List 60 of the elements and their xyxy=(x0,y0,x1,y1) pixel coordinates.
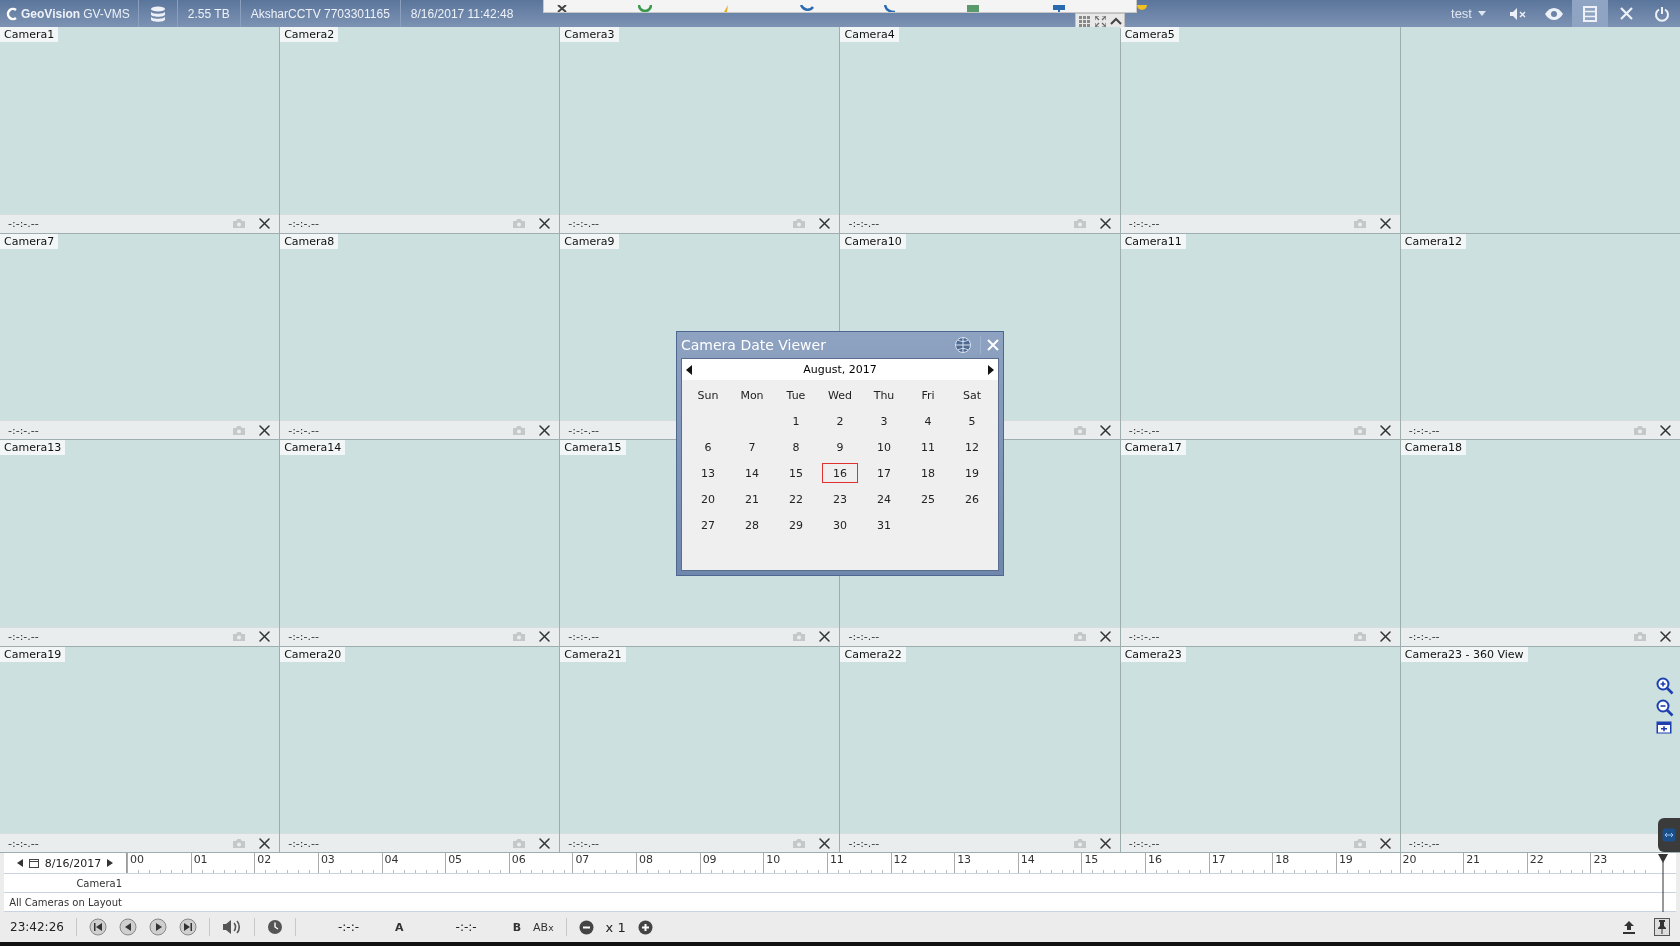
camera-name: Camera7 xyxy=(0,233,59,249)
track-label: Camera1 xyxy=(75,876,123,891)
camera-name: Camera20 xyxy=(280,646,346,662)
camera-name: Camera11 xyxy=(1120,233,1186,249)
track-label: All Cameras on Layout xyxy=(8,895,123,910)
record-time: -:-:-.-- xyxy=(8,630,40,643)
camera-name: Camera21 xyxy=(560,646,626,662)
camera-name: Camera23 xyxy=(1120,646,1186,662)
record-time: -:-:-.-- xyxy=(8,423,40,437)
product-name: GV-VMS xyxy=(83,6,130,21)
camera-name: Camera12 xyxy=(1400,233,1466,249)
record-time: -:-:-.-- xyxy=(568,217,601,230)
camera-name: Camera2 xyxy=(280,27,339,42)
dialog-title: Camera Date Viewer xyxy=(681,337,827,353)
camera-name: Camera1 xyxy=(0,27,59,42)
camera-name: Camera15 xyxy=(560,440,626,455)
timeline-date: 8/16/2017 xyxy=(44,856,102,870)
camera-name: Camera18 xyxy=(1400,440,1466,455)
camera-name: Camera5 xyxy=(1120,27,1179,42)
record-time: -:-:-.-- xyxy=(8,836,40,850)
record-time: -:-:-.-- xyxy=(8,217,40,230)
playback-speed: x 1 xyxy=(605,919,626,935)
record-time: -:-:-.-- xyxy=(1128,423,1161,437)
camera-name: Camera23 - 360 View xyxy=(1400,646,1528,662)
mark-b-time: -:-:- xyxy=(455,920,477,934)
weekday-header: Mon xyxy=(739,388,765,402)
camera-name: Camera9 xyxy=(560,233,619,249)
record-time: -:-:-.-- xyxy=(568,836,601,850)
camera-name: Camera10 xyxy=(840,233,906,249)
mark-a-time: -:-:- xyxy=(338,920,360,934)
record-time: -:-:-.-- xyxy=(1408,423,1441,437)
weekday-header: Sun xyxy=(696,388,720,402)
record-time: -:-:-.-- xyxy=(288,217,320,230)
camera-name: Camera4 xyxy=(840,27,899,42)
camera-name: Camera14 xyxy=(280,440,346,455)
record-time: -:-:-.-- xyxy=(288,630,320,643)
record-time: -:-:-.-- xyxy=(1408,836,1441,850)
weekday-header: Fri xyxy=(920,388,936,402)
camera-name: Camera19 xyxy=(0,646,66,662)
logo-text: GeoVision xyxy=(21,6,81,21)
record-time: -:-:-.-- xyxy=(568,423,601,437)
camera-name: Camera17 xyxy=(1120,440,1186,455)
weekday-header: Thu xyxy=(872,388,896,402)
camera-name: Camera8 xyxy=(280,233,339,249)
record-time: -:-:-.-- xyxy=(568,630,601,643)
camera-name: Camera3 xyxy=(560,27,619,42)
weekday-header: Tue xyxy=(785,388,807,402)
weekday-header: Sat xyxy=(961,388,982,402)
camera-name: Camera22 xyxy=(840,646,906,662)
record-time: -:-:-.-- xyxy=(1128,630,1161,643)
record-time: -:-:-.-- xyxy=(1128,217,1161,230)
camera-name: Camera13 xyxy=(0,440,66,455)
record-time: -:-:-.-- xyxy=(848,630,881,643)
record-time: -:-:-.-- xyxy=(848,836,881,850)
record-time: -:-:-.-- xyxy=(288,423,320,437)
record-time: -:-:-.-- xyxy=(288,836,320,850)
record-time: -:-:-.-- xyxy=(1128,836,1161,850)
record-time: -:-:-.-- xyxy=(848,217,881,230)
playback-time: 23:42:26 xyxy=(10,920,64,934)
record-time: -:-:-.-- xyxy=(1408,630,1441,643)
